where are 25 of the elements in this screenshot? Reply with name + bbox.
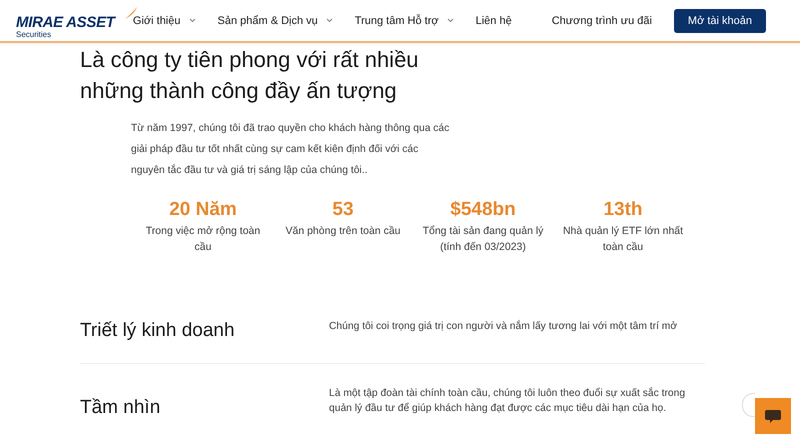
logo-subtitle: Securities (16, 30, 52, 38)
stat-label: Trong việc mở rộng toàn cầu (144, 224, 262, 255)
nav-link[interactable]: Sản phẩm & Dịch vụ (218, 14, 333, 26)
stat-label: Văn phòng trên toàn cầu (284, 224, 402, 239)
stat-value: $548bn (450, 198, 516, 222)
nav-link[interactable]: Trung tâm Hỗ trợ (354, 14, 454, 26)
stat-value: 20 Năm (169, 198, 237, 222)
nav-link[interactable]: Giới thiệu (132, 14, 196, 26)
section-heading: Tầm nhìn (80, 396, 162, 420)
section-heading: Triết lý kinh doanh (80, 319, 236, 343)
section-text: Chúng tôi coi trọng giá trị con người và nắm lấy tương lai với một tâm trí mở (329, 319, 678, 334)
section-text: Là một tập đoàn tài chính toàn cầu, chúng tôi luôn theo đuổi sự xuất sắc trong quản lý đầu tư để giúp khách hàng đạt được các mục tiêu dài hạn của họ. (329, 386, 686, 416)
page-title: Là công ty tiên phong với rất nhiều những thành công đầy ấn tượng (79, 46, 420, 105)
stat-value: 13th (603, 198, 643, 222)
logo-wordmark[interactable]: MIRAE ASSET (16, 14, 115, 30)
stat-note: (tính đến 03/2023) (439, 240, 527, 255)
intro-paragraph: Từ năm 1997, chúng tôi đã trao quyền cho khách hàng thông qua các giải pháp đầu tư tốt nhất cùng sự cam kết kiên định đối với các nguyên tắc đầu tư và giá trị sáng lập của chúng tôi.. (131, 122, 450, 178)
stat-label: Nhà quản lý ETF lớn nhất toàn cầu (562, 224, 684, 255)
stat-label: Tổng tài sản đang quản lý (422, 224, 544, 239)
chat-bubble-icon (764, 408, 782, 424)
chat-button[interactable] (755, 398, 791, 434)
nav-link[interactable]: Chương trình ưu đãi (552, 14, 652, 26)
stat-value: 53 (332, 198, 354, 222)
nav-link[interactable]: Liên hệ (476, 14, 512, 26)
open-account-button[interactable]: Mở tài khoản (674, 8, 766, 32)
